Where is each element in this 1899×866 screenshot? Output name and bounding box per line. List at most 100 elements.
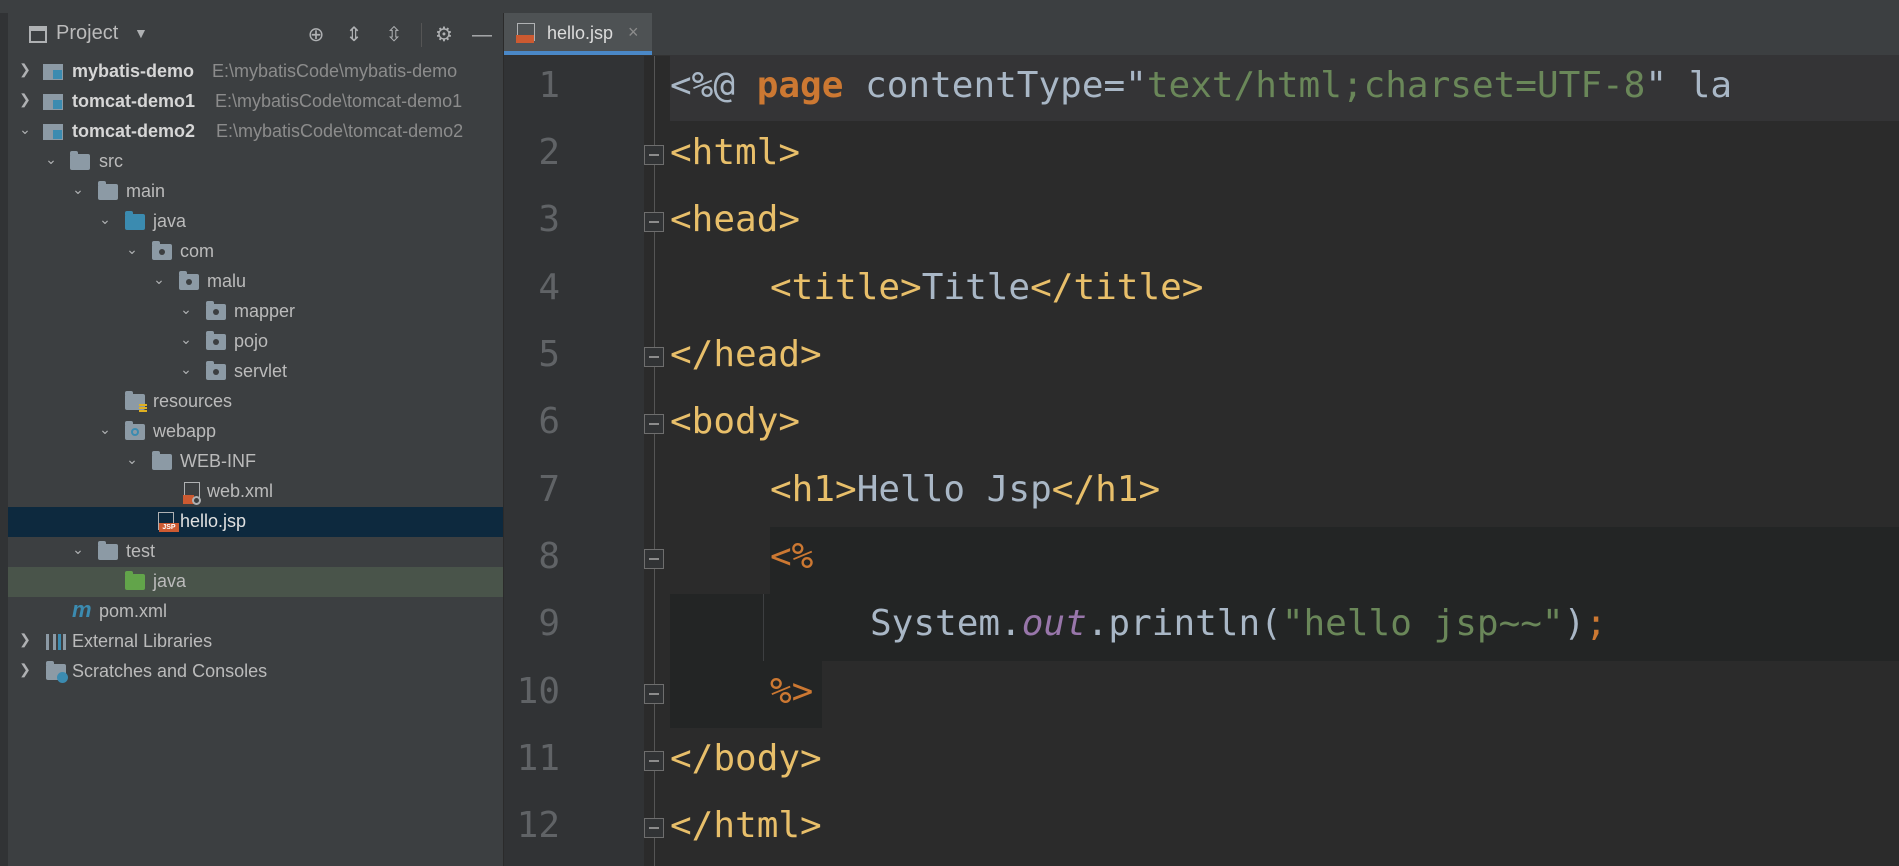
tree-item-label: mybatis-demo [72,61,195,81]
chevron-down-icon[interactable]: ⌄ [44,151,58,168]
web-folder-icon [125,421,145,440]
tree-item-tomcat-demo2[interactable]: ⌄ tomcat-demo2 E:\mybatisCode\tomcat-dem… [8,117,503,147]
fold-marker-icon[interactable] [641,142,667,168]
chevron-down-icon[interactable]: ⌄ [179,361,193,378]
code-token: Title [921,267,1031,308]
resources-folder-icon [125,391,147,412]
code-editor[interactable] [670,56,1899,866]
chevron-down-icon[interactable]: ▼ [134,25,148,41]
tree-item-web-xml[interactable]: web.xml [8,477,503,507]
fold-marker-icon[interactable] [641,209,667,235]
tree-item-label: resources [153,391,233,411]
line-number: 2 [538,132,560,173]
chevron-down-icon[interactable]: ⌄ [152,271,166,288]
tree-item-mybatis-demo[interactable]: ❯ mybatis-demo E:\mybatisCode\mybatis-de… [8,57,503,87]
tree-item-scratches[interactable]: ❯ Scratches and Consoles [8,657,503,687]
header-divider [421,23,422,47]
fold-marker-icon[interactable] [641,815,667,841]
chevron-right-icon[interactable]: ❯ [18,61,32,78]
fold-marker-icon[interactable] [641,546,667,572]
tree-item-label: malu [207,271,247,291]
tree-item-label: tomcat-demo2 [72,121,196,141]
chevron-down-icon[interactable]: ⌄ [71,181,85,198]
tree-item-label: com [180,241,215,261]
tree-item-test-java[interactable]: java [8,567,503,597]
tab-hello-jsp[interactable]: hello.jsp × [504,13,652,55]
code-line-3: <head> [670,199,801,240]
title-bar-strip [0,0,1899,14]
minimize-icon[interactable]: — [468,21,496,49]
code-line-5: </head> [670,334,822,375]
tree-item-pojo[interactable]: ⌄ pojo [8,327,503,357]
project-panel: Project ▼ ⊕ ⇕ ⇳ ⚙ — ❯ mybatis-demo E:\my… [0,13,504,866]
expand-all-icon[interactable]: ⇕ [340,21,368,49]
tree-item-servlet[interactable]: ⌄ servlet [8,357,503,387]
chevron-down-icon[interactable]: ⌄ [98,421,112,438]
tree-item-label: tomcat-demo1 [72,91,196,111]
code-token: System. [870,603,1022,644]
line-number: 12 [516,805,560,846]
tree-item-src[interactable]: ⌄ src [8,147,503,177]
maven-icon: m [72,597,92,622]
line-number: 3 [538,199,560,240]
tab-label: hello.jsp [547,23,614,43]
fold-marker-icon[interactable] [641,411,667,437]
tree-item-label: java [153,571,187,591]
tree-item-main[interactable]: ⌄ main [8,177,503,207]
code-token: .println( [1086,603,1282,644]
chevron-right-icon[interactable]: ❯ [18,91,32,108]
code-line-11: </body> [670,738,822,779]
fold-marker-icon[interactable] [641,681,667,707]
collapse-all-icon[interactable]: ⇳ [380,21,408,49]
tree-item-tomcat-demo1[interactable]: ❯ tomcat-demo1 E:\mybatisCode\tomcat-dem… [8,87,503,117]
gear-icon[interactable]: ⚙ [430,21,458,49]
fold-marker-icon[interactable] [641,748,667,774]
chevron-right-icon[interactable]: ❯ [18,661,32,678]
tree-item-web-inf[interactable]: ⌄ WEB-INF [8,447,503,477]
tree-item-webapp[interactable]: ⌄ webapp [8,417,503,447]
chevron-down-icon[interactable]: ⌄ [98,211,112,228]
fold-marker-icon[interactable] [641,344,667,370]
tree-item-malu[interactable]: ⌄ malu [8,267,503,297]
folder-icon [70,151,90,170]
tree-item-test[interactable]: ⌄ test [8,537,503,567]
chevron-down-icon[interactable]: ⌄ [179,301,193,318]
tree-item-external-libraries[interactable]: ❯ External Libraries [8,627,503,657]
code-token: ) [1563,603,1586,644]
xml-file-icon [183,482,201,505]
tree-item-resources[interactable]: resources [8,387,503,417]
tree-item-pom-xml[interactable]: m pom.xml [8,597,503,627]
project-panel-title[interactable]: Project [56,22,118,45]
tree-item-label: web.xml [207,481,274,501]
tree-item-com[interactable]: ⌄ com [8,237,503,267]
tree-item-mapper[interactable]: ⌄ mapper [8,297,503,327]
tree-item-label: servlet [234,361,288,381]
chevron-down-icon[interactable]: ⌄ [125,451,139,468]
code-token: Hello Jsp [856,469,1052,510]
code-token: page [756,65,844,106]
fold-guide-line [654,56,655,866]
code-token: ; [1585,603,1607,644]
chevron-down-icon[interactable]: ⌄ [125,241,139,258]
chevron-right-icon[interactable]: ❯ [18,631,32,648]
jsp-file-icon [516,23,535,43]
package-icon [206,301,226,320]
tree-item-label: External Libraries [72,631,213,651]
tree-item-java[interactable]: ⌄ java [8,207,503,237]
close-icon[interactable]: × [628,22,639,43]
package-icon [206,361,226,380]
tree-item-path: E:\mybatisCode\tomcat-demo1 [215,91,463,111]
chevron-down-icon[interactable]: ⌄ [18,121,32,138]
folder-icon [98,541,118,560]
chevron-down-icon[interactable]: ⌄ [179,331,193,348]
code-token: <h1> [770,469,857,510]
tree-item-path: E:\mybatisCode\mybatis-demo [212,61,458,81]
code-token: contentType=" [843,65,1147,106]
code-token: text/html;charset=UTF-8 [1146,65,1646,106]
locate-icon[interactable]: ⊕ [302,21,330,49]
line-number: 11 [516,738,560,779]
chevron-down-icon[interactable]: ⌄ [71,541,85,558]
code-line-4: <title>Title</title> [770,267,1203,308]
line-number: 4 [538,267,560,308]
tree-item-hello-jsp[interactable]: JSP hello.jsp [8,507,503,537]
